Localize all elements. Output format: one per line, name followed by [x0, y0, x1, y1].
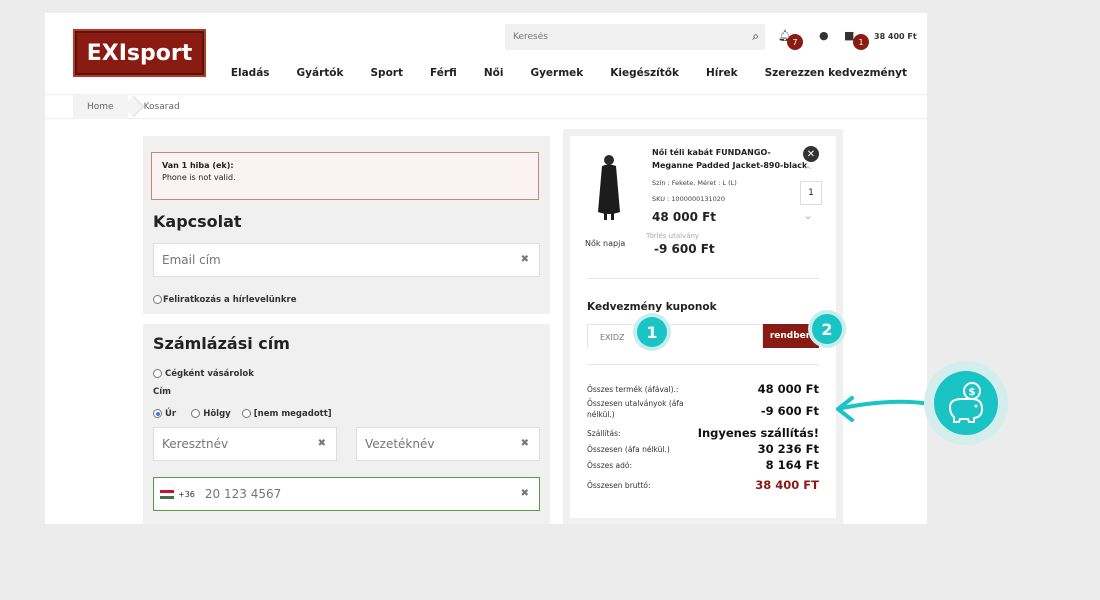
breadcrumb-home[interactable]: Home [73, 95, 128, 119]
search-bar: ⌕ [505, 24, 765, 50]
product-price: 48 000 Ft [652, 210, 717, 224]
phone-prefix: +36 [178, 489, 195, 499]
summary-shipping-label: Szállítás: [587, 429, 621, 438]
quantity-field[interactable]: 1 [800, 181, 822, 205]
remove-item-icon[interactable]: ✕ [803, 146, 819, 162]
lastname-field: ✖ [356, 427, 540, 461]
salutation-radio-none[interactable] [241, 409, 251, 418]
cart-summary-panel: Női téli kabát FUNDANGO-Meganne Padded J… [570, 136, 836, 518]
exisport-logo[interactable]: EXIsport [73, 29, 206, 77]
summary-net-label: Összesen (áfa nélkül.) [587, 445, 670, 454]
company-radio[interactable] [153, 369, 162, 378]
lastname-input[interactable] [357, 429, 539, 459]
clear-icon[interactable]: ✖ [521, 254, 529, 265]
nav-kedvezmeny[interactable]: Szerezzen kedvezményt [765, 67, 907, 79]
billing-panel: Számlázási cím Cégként vásárolok Cím Úr … [143, 324, 550, 524]
breadcrumb-separator [128, 95, 138, 119]
company-option[interactable]: Cégként vásárolok [153, 363, 254, 382]
search-icon[interactable]: ⌕ [752, 29, 759, 44]
breadcrumb: Home Kosarad [73, 95, 180, 119]
divider [587, 278, 819, 279]
summary-gross-label: Összesen bruttó: [587, 481, 651, 490]
coupon-title: Kedvezmény kuponok [587, 301, 717, 313]
coupon-submit-button[interactable]: rendben [763, 324, 819, 348]
phone-field: +36 ✖ [153, 477, 540, 511]
nav-gyermek[interactable]: Gyermek [530, 67, 583, 79]
salutation-label: Cím [153, 387, 172, 397]
summary-shipping-value: Ingyenes szállítás! [697, 426, 819, 440]
cart-total[interactable]: 38 400 Ft [874, 32, 917, 41]
newsletter-option[interactable]: Feliratkozás a hírlevelünkre [153, 289, 296, 308]
salutation-radio-holgy[interactable] [191, 409, 201, 418]
error-message: Phone is not valid. [162, 173, 236, 182]
voucher-label: Törlés utalvány [646, 232, 700, 240]
nav-gyartok[interactable]: Gyártók [297, 67, 344, 79]
page: EXIsport ⌕ 🔔︎ 7 ● ■ 1 38 400 Ft Eladás G… [45, 13, 927, 524]
step-marker-1: 1 [637, 317, 667, 347]
breadcrumb-current: Kosarad [143, 102, 180, 112]
summary-net-value: 30 236 Ft [757, 442, 819, 456]
summary-products-value: 48 000 Ft [757, 382, 819, 396]
email-input[interactable] [154, 245, 539, 275]
summary-products-label: Összes termék (áfával).: [587, 385, 679, 394]
salutation-none: [nem megadott] [253, 408, 332, 419]
user-icon[interactable]: ● [819, 29, 829, 42]
firstname-input[interactable] [154, 429, 336, 459]
billing-title: Számlázási cím [153, 334, 290, 353]
logo-text: EXIsport [86, 40, 193, 66]
nav-sport[interactable]: Sport [371, 67, 404, 79]
chevron-up-icon[interactable]: ⌃ [803, 164, 813, 178]
summary-vouchers-value: -9 600 Ft [760, 404, 819, 418]
product-name[interactable]: Női téli kabát FUNDANGO-Meganne Padded J… [652, 146, 812, 172]
campaign-label: Nők napja [585, 239, 626, 248]
piggy-bank-icon: $ [934, 371, 998, 435]
step-marker-2: 2 [812, 314, 842, 344]
nav-kiegeszitok[interactable]: Kiegészítők [610, 67, 679, 79]
salutation-group: Úr Hölgy [nem megadott] [153, 403, 332, 422]
newsletter-radio[interactable] [153, 295, 162, 304]
email-field: ✖ [153, 243, 540, 277]
summary-gross-value: 38 400 FT [755, 478, 819, 492]
product-image[interactable] [596, 154, 622, 222]
summary-tax-value: 8 164 Ft [765, 458, 819, 472]
nav-noi[interactable]: Női [484, 67, 504, 79]
notification-badge: 7 [787, 34, 803, 50]
search-input[interactable] [505, 24, 725, 50]
product-sku: SKU : 1000000131020 [652, 195, 726, 203]
summary-tax-label: Összes adó: [587, 461, 633, 470]
nav-ferfi[interactable]: Férfi [430, 67, 457, 79]
clear-icon[interactable]: ✖ [318, 438, 326, 449]
summary-vouchers-label: Összesen utalványok (áfa nélkül.) [587, 399, 684, 419]
svg-text:$: $ [969, 387, 976, 398]
nav-eladas[interactable]: Eladás [231, 67, 270, 79]
contact-panel: Van 1 hiba (ek): Phone is not valid. Kap… [143, 136, 550, 314]
coupon-input[interactable] [588, 326, 762, 349]
salutation-radio-ur[interactable] [153, 409, 162, 418]
voucher-value: -9 600 Ft [654, 242, 715, 256]
chevron-down-icon[interactable]: ⌄ [803, 208, 813, 222]
clear-icon[interactable]: ✖ [521, 438, 529, 449]
product-attributes: Szín : Fekete, Méret : L (L) [652, 179, 737, 187]
error-box: Van 1 hiba (ek): Phone is not valid. [151, 152, 539, 200]
arrow-icon [836, 396, 932, 422]
salutation-holgy: Hölgy [203, 408, 231, 419]
firstname-field: ✖ [153, 427, 337, 461]
breadcrumb-bar: Home Kosarad [45, 94, 927, 119]
newsletter-label: Feliratkozás a hírlevelünkre [163, 294, 297, 305]
cart-badge: 1 [853, 34, 869, 50]
nav-hirek[interactable]: Hírek [706, 67, 738, 79]
error-title: Van 1 hiba (ek): [162, 161, 234, 170]
clear-icon[interactable]: ✖ [521, 488, 529, 499]
salutation-ur: Úr [165, 408, 177, 419]
company-label: Cégként vásárolok [165, 368, 254, 379]
coupon-field [587, 324, 763, 349]
contact-title: Kapcsolat [153, 212, 242, 231]
hungary-flag-icon[interactable] [160, 489, 174, 499]
divider [587, 364, 819, 365]
main-nav: Eladás Gyártók Sport Férfi Női Gyermek K… [204, 67, 907, 79]
phone-input[interactable] [194, 479, 539, 509]
